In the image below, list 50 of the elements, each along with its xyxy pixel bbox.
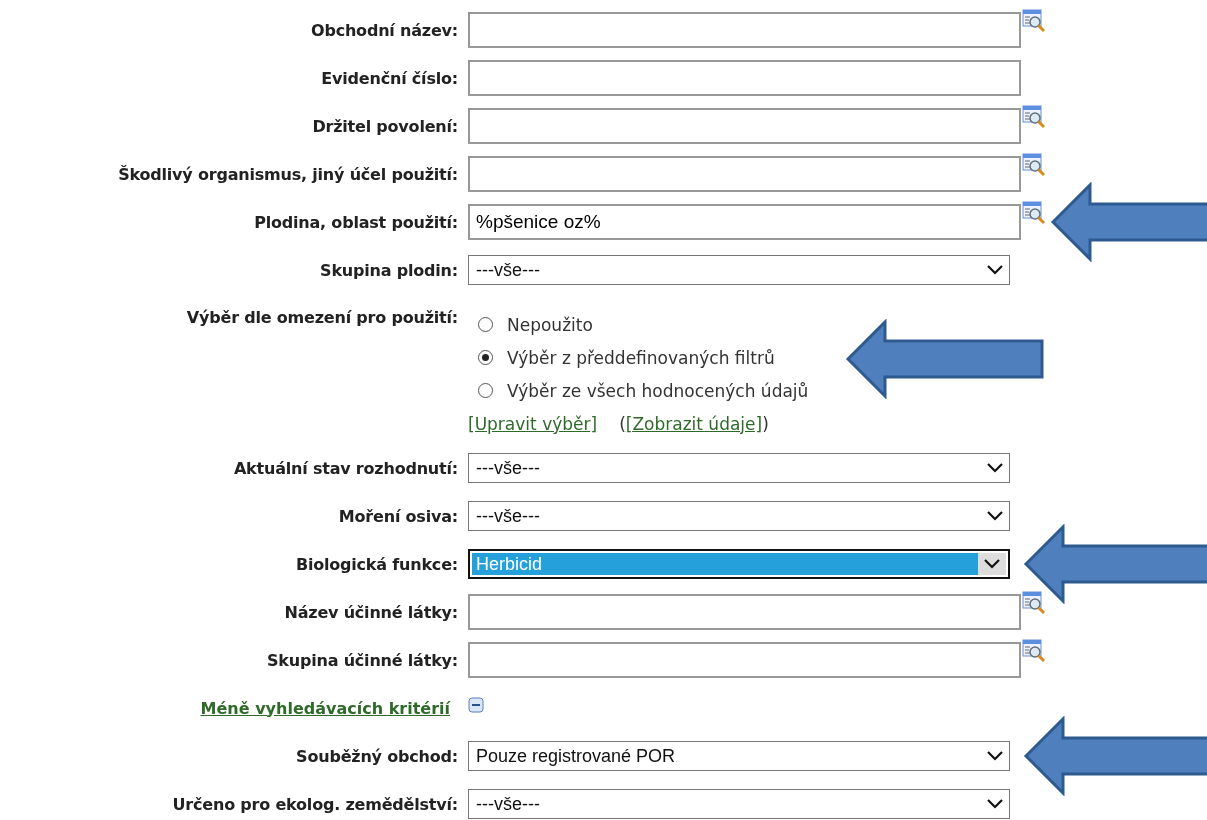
field-label: Název účinné látky: bbox=[284, 602, 458, 622]
dropdown[interactable]: ---vše--- bbox=[468, 453, 1010, 483]
chevron-down-icon[interactable] bbox=[986, 462, 1004, 474]
chevron-down-icon[interactable] bbox=[986, 510, 1004, 522]
field-label: Plodina, oblast použití: bbox=[254, 212, 458, 232]
text-field[interactable] bbox=[468, 642, 1021, 678]
text-field[interactable] bbox=[468, 156, 1021, 192]
option-label: Výběr ze všech hodnocených údajů bbox=[507, 380, 809, 401]
text-field[interactable] bbox=[468, 594, 1021, 630]
field-label: Moření osiva: bbox=[338, 506, 458, 526]
radio-button[interactable] bbox=[478, 317, 493, 332]
paren-text: ( bbox=[619, 413, 626, 434]
field-label: Škodlivý organismus, jiný účel použití: bbox=[118, 164, 458, 184]
dropdown[interactable]: ---vše--- bbox=[468, 255, 1010, 285]
show-link[interactable]: [Zobrazit údaje] bbox=[625, 413, 763, 434]
option-label: Nepoužito bbox=[507, 314, 593, 335]
field-label: Skupina plodin: bbox=[320, 260, 458, 280]
lookup-icon[interactable] bbox=[1022, 590, 1048, 616]
field-label: Souběžný obchod: bbox=[296, 746, 458, 766]
chevron-down-icon[interactable] bbox=[986, 750, 1004, 762]
lookup-icon[interactable] bbox=[1022, 8, 1048, 34]
chevron-down-icon[interactable] bbox=[986, 264, 1004, 276]
radio-button[interactable] bbox=[478, 350, 493, 365]
field-label: Skupina účinné látky: bbox=[267, 650, 458, 670]
field-label: Evidenční číslo: bbox=[321, 68, 458, 88]
lookup-icon[interactable] bbox=[1022, 638, 1048, 664]
text-field[interactable] bbox=[468, 12, 1021, 48]
field-label: Aktuální stav rozhodnutí: bbox=[233, 458, 458, 478]
dropdown[interactable]: ---vše--- bbox=[468, 501, 1010, 531]
toggle-link[interactable]: Méně vyhledávacích kritérií bbox=[200, 698, 450, 718]
paren-text: ) bbox=[762, 413, 769, 434]
radio-button[interactable] bbox=[478, 383, 493, 398]
dropdown[interactable]: ---vše--- bbox=[468, 789, 1010, 819]
field-label: Biologická funkce: bbox=[295, 554, 458, 574]
text-field[interactable] bbox=[468, 60, 1021, 96]
text-field[interactable] bbox=[468, 108, 1021, 144]
text-field[interactable]: %pšenice oz% bbox=[468, 204, 1021, 240]
edit-link[interactable]: [Upravit výběr] bbox=[468, 413, 598, 434]
lookup-icon[interactable] bbox=[1022, 104, 1048, 130]
lookup-icon[interactable] bbox=[1022, 200, 1048, 226]
field-label: Držitel povolení: bbox=[312, 116, 458, 136]
field-label: Obchodní název: bbox=[311, 20, 458, 40]
chevron-down-icon[interactable] bbox=[983, 558, 1001, 570]
field-label: Určeno pro ekolog. zemědělství: bbox=[172, 794, 458, 814]
field-label: Výběr dle omezení pro použití: bbox=[186, 308, 458, 327]
chevron-down-icon[interactable] bbox=[986, 798, 1004, 810]
collapse-icon[interactable] bbox=[468, 697, 484, 713]
lookup-icon[interactable] bbox=[1022, 152, 1048, 178]
option-label: Výběr z předdefinovaných filtrů bbox=[507, 347, 775, 368]
dropdown[interactable]: Pouze registrované POR bbox=[468, 741, 1010, 771]
